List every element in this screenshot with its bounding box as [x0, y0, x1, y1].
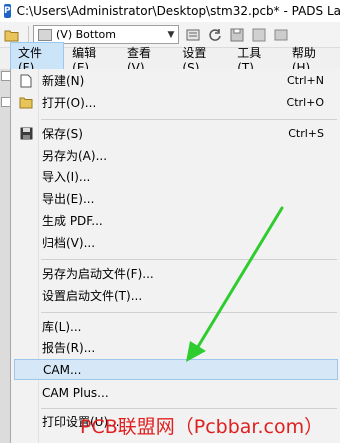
watermark-text: PCB联盟网（Pcbbar.com）: [80, 416, 324, 438]
annotation-arrow-icon: [186, 206, 284, 362]
